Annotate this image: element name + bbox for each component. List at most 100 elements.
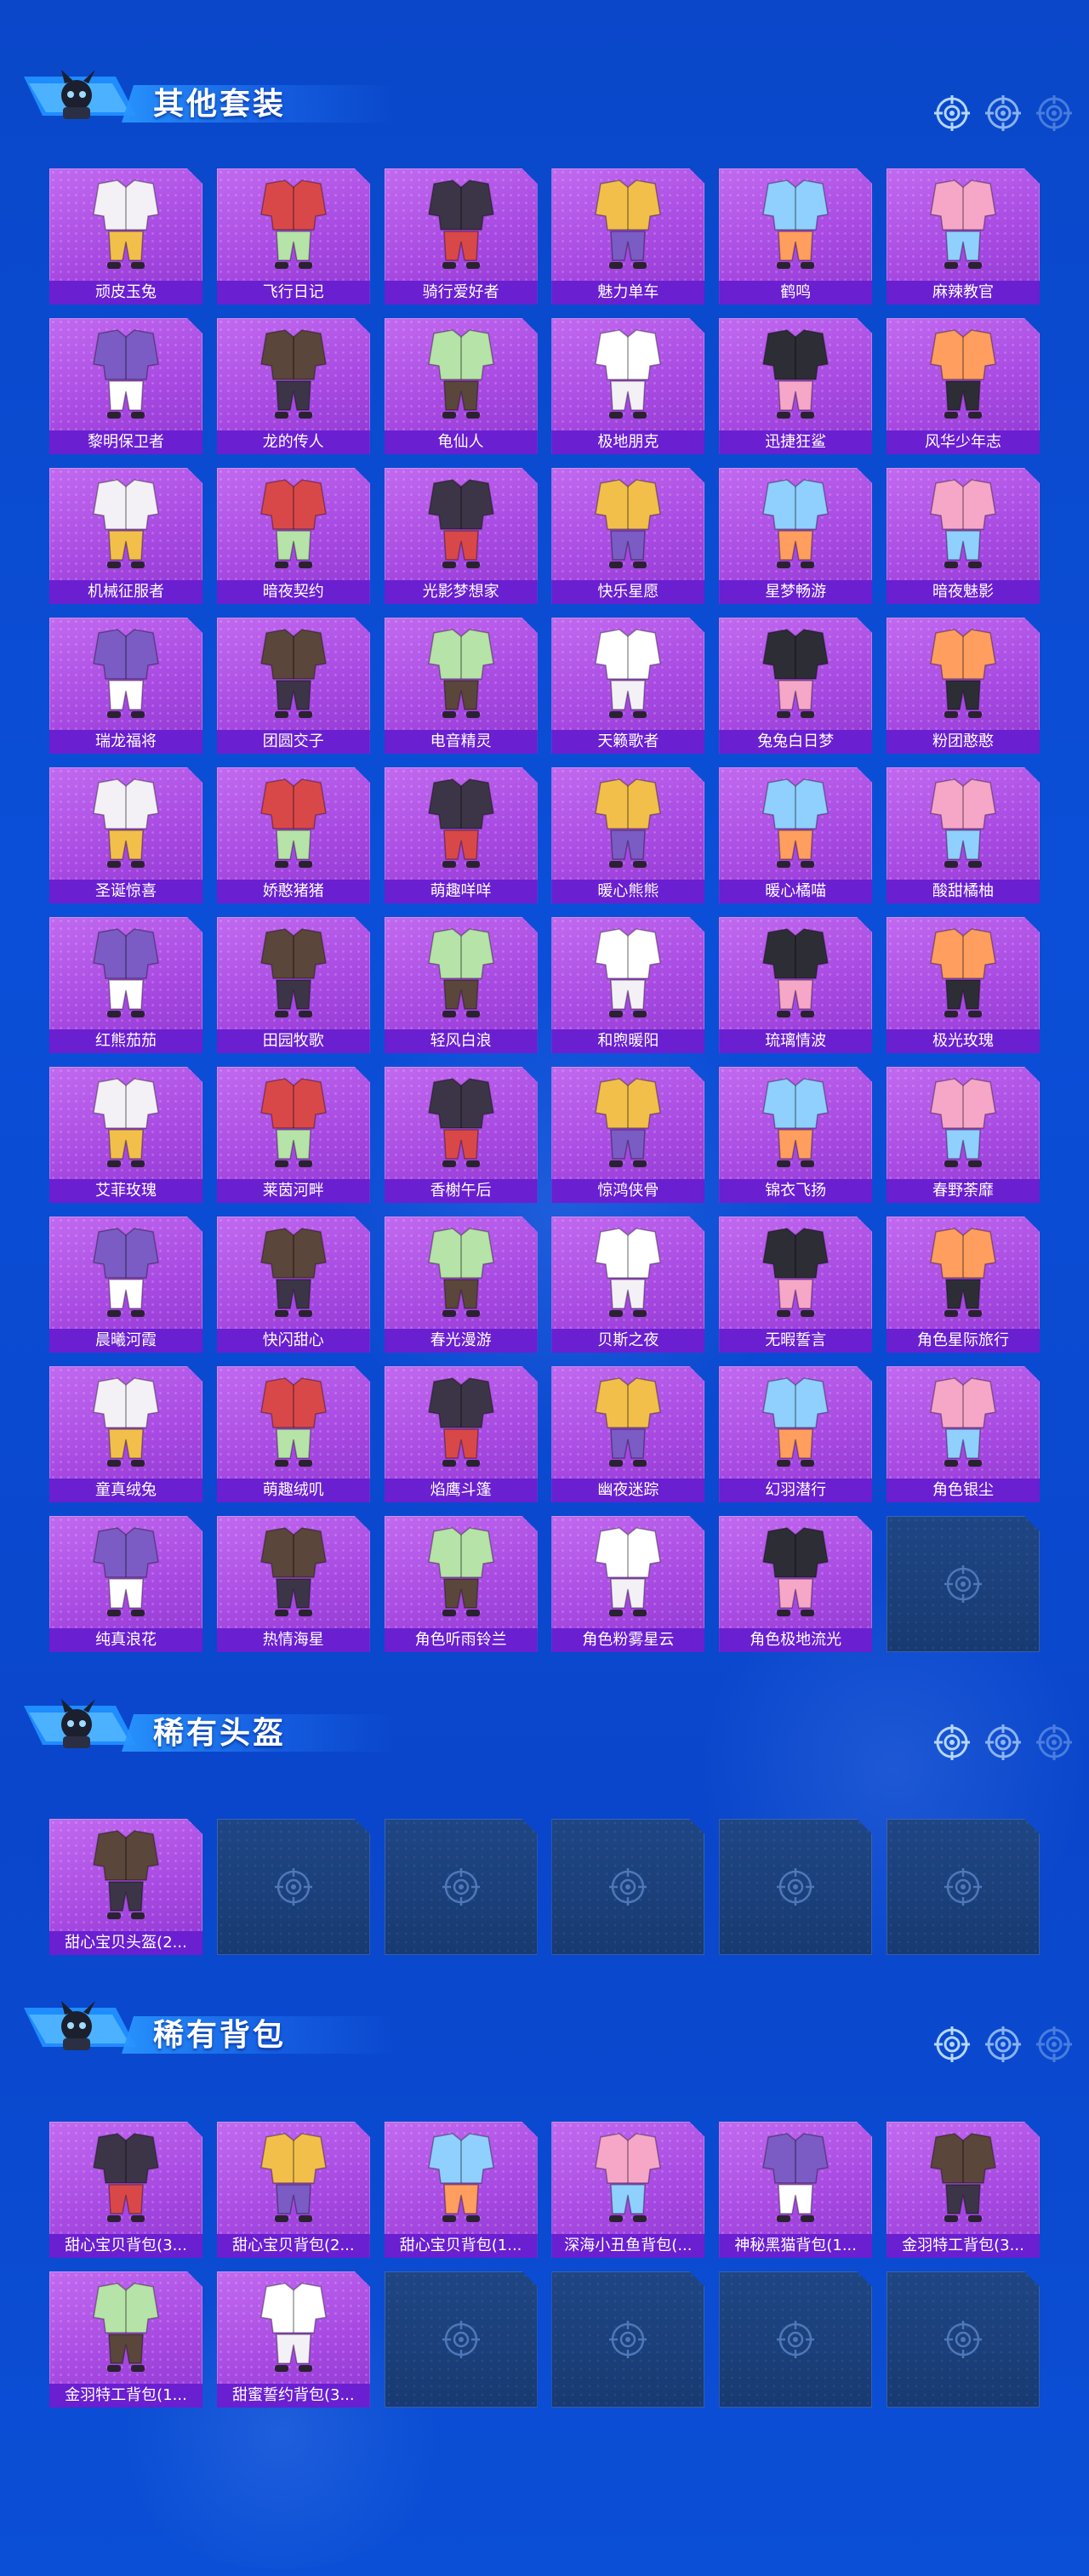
outfit-icon bbox=[259, 1377, 327, 1467]
item-card[interactable]: 甜心宝贝背包(2... bbox=[216, 2122, 370, 2258]
item-name: 童真绒兔 bbox=[49, 1479, 202, 1502]
item-card[interactable]: 焰鹰斗篷 bbox=[384, 1366, 538, 1502]
item-card[interactable]: 圣诞惊喜 bbox=[49, 767, 202, 903]
outfit-icon bbox=[427, 1228, 494, 1317]
item-card[interactable]: 暗夜魅影 bbox=[886, 468, 1040, 604]
item-name: 甜蜜誓约背包(3... bbox=[216, 2384, 370, 2408]
item-card[interactable]: 酸甜橘柚 bbox=[886, 767, 1040, 903]
item-card[interactable]: 甜心宝贝背包(1... bbox=[384, 2122, 538, 2258]
item-card[interactable]: 神秘黑猫背包(1... bbox=[719, 2122, 873, 2258]
item-card[interactable]: 角色粉雾星云 bbox=[551, 1516, 705, 1652]
item-card[interactable]: 兔兔白日梦 bbox=[719, 618, 873, 754]
item-card[interactable]: 迅捷狂鲨 bbox=[719, 318, 873, 454]
outfit-icon bbox=[93, 479, 159, 568]
item-card[interactable]: 和煦暖阳 bbox=[551, 917, 705, 1053]
item-card[interactable]: 甜蜜誓约背包(3... bbox=[216, 2271, 370, 2408]
item-card[interactable]: 春光漫游 bbox=[384, 1217, 538, 1353]
item-card[interactable]: 骑行爱好者 bbox=[384, 168, 538, 305]
item-name: 甜心宝贝背包(2... bbox=[216, 2234, 370, 2258]
item-card[interactable]: 粉团憨憨 bbox=[886, 618, 1040, 754]
item-card[interactable]: 龙的传人 bbox=[216, 318, 370, 454]
item-card[interactable]: 角色银尘 bbox=[886, 1366, 1040, 1502]
item-card[interactable]: 晨曦河霞 bbox=[49, 1217, 202, 1353]
item-card[interactable]: 艾菲玫瑰 bbox=[49, 1067, 202, 1203]
item-card[interactable]: 春野荼靡 bbox=[886, 1067, 1040, 1203]
item-name: 兔兔白日梦 bbox=[719, 730, 873, 754]
crosshair-icon bbox=[1036, 1724, 1072, 1760]
empty-slot-crosshair-icon bbox=[777, 2321, 815, 2358]
item-card[interactable]: 纯真浪花 bbox=[49, 1516, 202, 1652]
item-card[interactable]: 幻羽潜行 bbox=[719, 1366, 873, 1502]
outfit-icon bbox=[762, 928, 830, 1017]
empty-slot-crosshair-icon bbox=[274, 1868, 312, 1906]
item-card[interactable]: 娇憨猪猪 bbox=[216, 767, 370, 903]
item-name: 热情海星 bbox=[216, 1628, 370, 1652]
item-card[interactable]: 快乐星愿 bbox=[551, 468, 705, 604]
item-card[interactable]: 甜心宝贝背包(3... bbox=[49, 2122, 202, 2258]
item-card[interactable]: 电音精灵 bbox=[384, 618, 538, 754]
item-card[interactable]: 红熊茄茄 bbox=[49, 917, 202, 1053]
empty-slot-crosshair-icon bbox=[944, 1868, 982, 1906]
item-card[interactable]: 萌趣绒叽 bbox=[216, 1366, 370, 1502]
item-card[interactable]: 风华少年志 bbox=[886, 318, 1040, 454]
item-card[interactable]: 光影梦想家 bbox=[384, 468, 538, 604]
empty-slot bbox=[886, 1516, 1040, 1652]
item-card[interactable]: 飞行日记 bbox=[216, 168, 370, 305]
item-card[interactable]: 魅力单车 bbox=[551, 168, 705, 305]
outfit-icon bbox=[762, 1527, 830, 1616]
outfit-icon bbox=[762, 1078, 830, 1167]
item-card[interactable]: 金羽特工背包(3... bbox=[886, 2122, 1040, 2258]
outfit-icon bbox=[427, 479, 494, 568]
item-card[interactable]: 琉璃情波 bbox=[719, 917, 873, 1053]
item-card[interactable]: 暖心熊熊 bbox=[551, 767, 705, 903]
item-card[interactable]: 星梦畅游 bbox=[719, 468, 873, 604]
item-card[interactable]: 贝斯之夜 bbox=[551, 1217, 705, 1353]
item-card[interactable]: 角色极地流光 bbox=[719, 1516, 873, 1652]
item-card[interactable]: 暗夜契约 bbox=[216, 468, 370, 604]
item-name: 田园牧歌 bbox=[216, 1029, 370, 1053]
item-card[interactable]: 极地朋克 bbox=[551, 318, 705, 454]
item-card[interactable]: 团圆交子 bbox=[216, 618, 370, 754]
item-card[interactable]: 顽皮玉兔 bbox=[49, 168, 202, 305]
item-card[interactable]: 萌趣咩咩 bbox=[384, 767, 538, 903]
item-card[interactable]: 甜心宝贝头盔(2... bbox=[49, 1819, 202, 1955]
item-card[interactable]: 热情海星 bbox=[216, 1516, 370, 1652]
item-card[interactable]: 角色星际旅行 bbox=[886, 1217, 1040, 1353]
item-card[interactable]: 无暇誓言 bbox=[719, 1217, 873, 1353]
item-card[interactable]: 金羽特工背包(1... bbox=[49, 2271, 202, 2408]
item-card[interactable]: 快闪甜心 bbox=[216, 1217, 370, 1353]
item-card[interactable]: 暖心橘喵 bbox=[719, 767, 873, 903]
item-card[interactable]: 瑞龙福将 bbox=[49, 618, 202, 754]
empty-slot bbox=[719, 1819, 873, 1955]
item-name: 酸甜橘柚 bbox=[886, 880, 1040, 903]
item-card[interactable]: 鹤鸣 bbox=[719, 168, 873, 305]
outfit-icon bbox=[930, 180, 996, 269]
backpack-icon bbox=[930, 2133, 996, 2222]
item-card[interactable]: 轻风白浪 bbox=[384, 917, 538, 1053]
item-name: 锦衣飞扬 bbox=[719, 1179, 873, 1203]
item-card[interactable]: 深海小丑鱼背包(... bbox=[551, 2122, 705, 2258]
item-card[interactable]: 麻辣教官 bbox=[886, 168, 1040, 305]
item-name: 暗夜魅影 bbox=[886, 580, 1040, 604]
item-card[interactable]: 黎明保卫者 bbox=[49, 318, 202, 454]
outfit-icon bbox=[595, 928, 662, 1017]
item-card[interactable]: 天籁歌者 bbox=[551, 618, 705, 754]
item-card[interactable]: 龟仙人 bbox=[384, 318, 538, 454]
empty-slot bbox=[551, 1819, 705, 1955]
item-card[interactable]: 香榭午后 bbox=[384, 1067, 538, 1203]
item-card[interactable]: 锦衣飞扬 bbox=[719, 1067, 873, 1203]
item-name: 萌趣绒叽 bbox=[216, 1479, 370, 1502]
empty-slot bbox=[551, 2271, 705, 2408]
item-card[interactable]: 机械征服者 bbox=[49, 468, 202, 604]
item-card[interactable]: 田园牧歌 bbox=[216, 917, 370, 1053]
item-card[interactable]: 极光玫瑰 bbox=[886, 917, 1040, 1053]
item-name: 萌趣咩咩 bbox=[384, 880, 538, 903]
outfit-icon bbox=[762, 778, 830, 868]
outfit-icon bbox=[930, 329, 996, 419]
item-name: 龙的传人 bbox=[216, 430, 370, 454]
item-card[interactable]: 童真绒兔 bbox=[49, 1366, 202, 1502]
item-card[interactable]: 惊鸿侠骨 bbox=[551, 1067, 705, 1203]
item-card[interactable]: 角色听雨铃兰 bbox=[384, 1516, 538, 1652]
item-card[interactable]: 莱茵河畔 bbox=[216, 1067, 370, 1203]
item-card[interactable]: 幽夜迷踪 bbox=[551, 1366, 705, 1502]
